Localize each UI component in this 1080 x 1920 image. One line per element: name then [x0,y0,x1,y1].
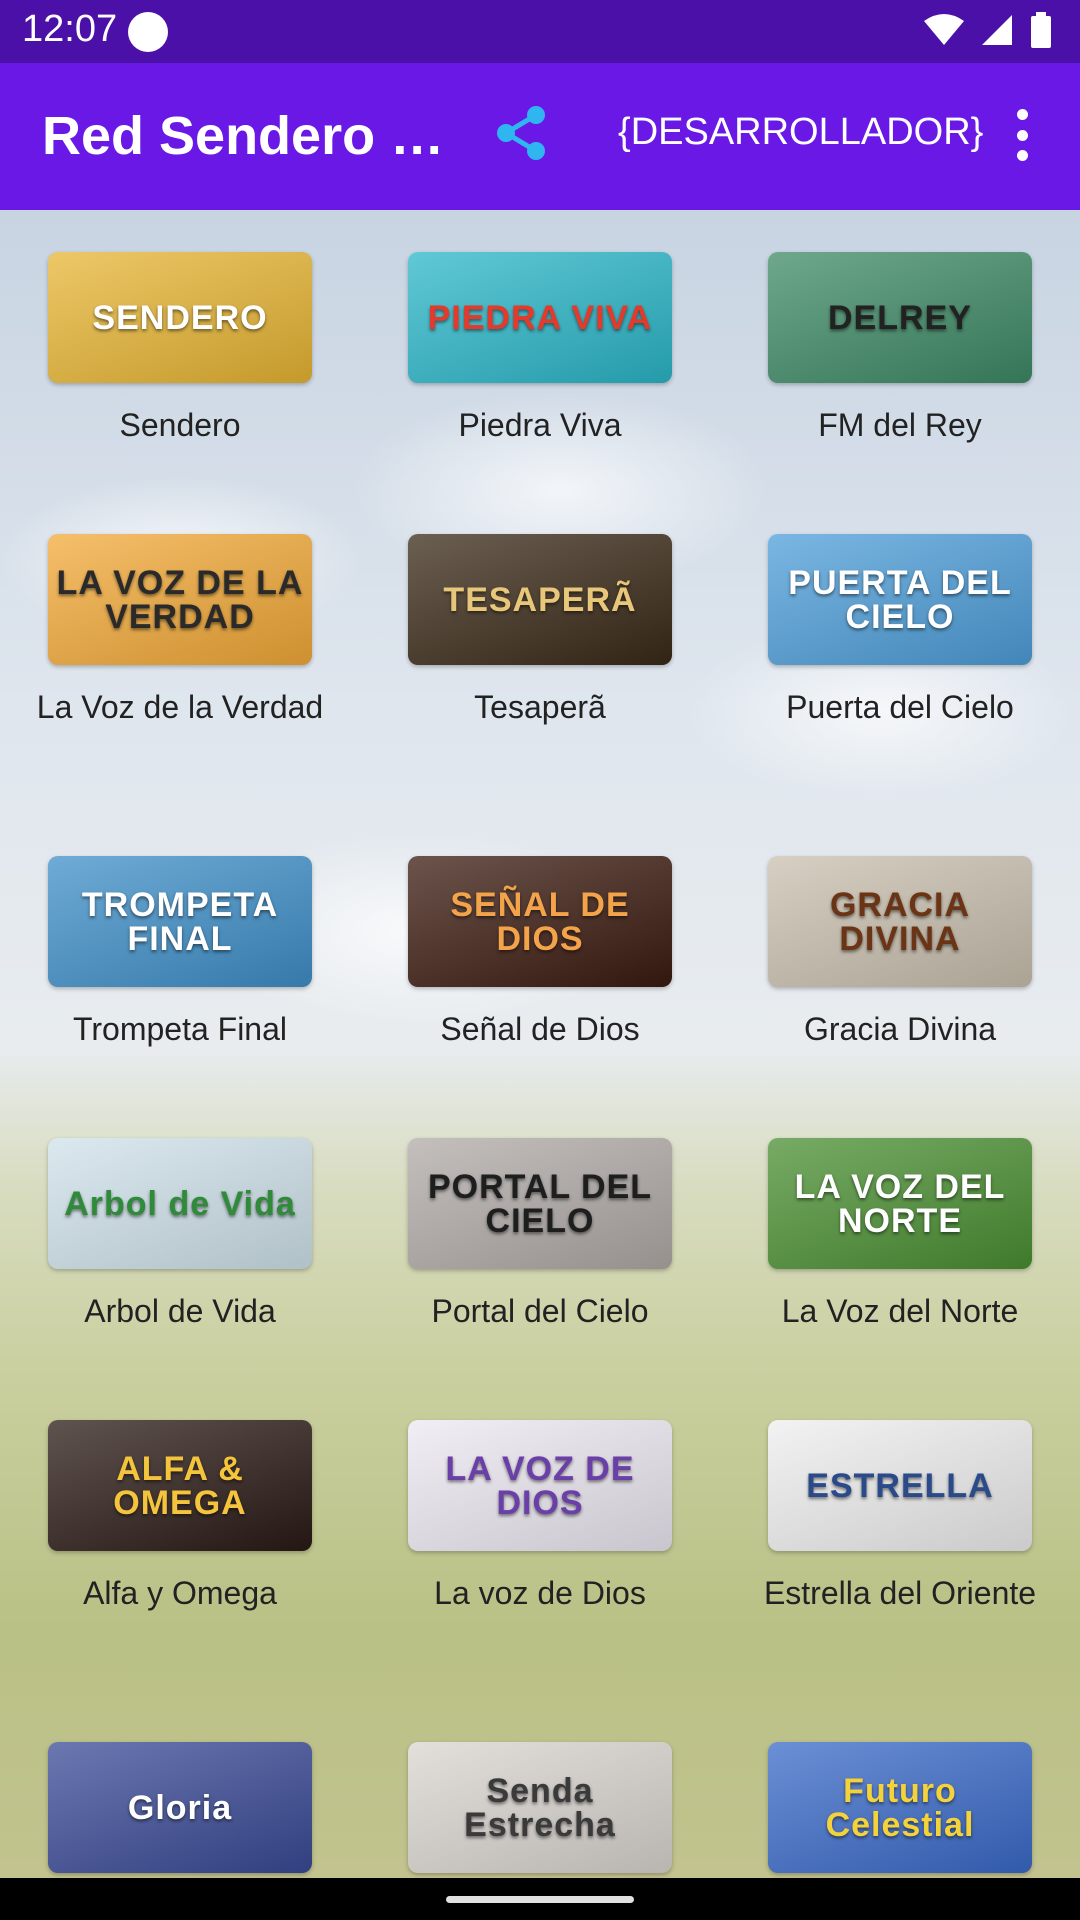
station-tile[interactable]: Arbol de Vida Arbol de Vida [48,1138,312,1331]
station-tile[interactable]: Futuro Celestial [768,1742,1032,1878]
station-tile[interactable]: Senda Estrecha [408,1742,672,1878]
station-logo[interactable]: TESAPERÃ [408,534,672,665]
overflow-menu-button[interactable] [1002,103,1042,167]
share-button[interactable] [492,103,552,163]
station-tile[interactable]: LA VOZ DEL NORTE La Voz del Norte [768,1138,1032,1331]
station-name: FM del Rey [818,407,982,443]
station-logo-text: PUERTA DEL CIELO [788,563,1012,636]
station-name: Estrella del Oriente [763,1575,1037,1611]
station-logo-text: LA VOZ DE LA VERDAD [56,563,304,636]
station-logo[interactable]: SENDERO [48,252,312,383]
station-name: Arbol de Vida [84,1293,276,1329]
station-logo-text: ALFA & OMEGA [113,1449,247,1522]
station-logo-text: LA VOZ DEL NORTE [794,1167,1006,1240]
station-logo-text: Gloria [127,1788,233,1827]
station-logo-text: ESTRELLA [806,1466,994,1505]
home-gesture-handle[interactable] [446,1896,634,1903]
station-tile[interactable]: LA VOZ DE LA VERDAD La Voz de la Verdad [37,534,323,727]
more-dot-icon [1016,129,1028,141]
station-name: Trompeta Final [73,1011,287,1047]
station-logo[interactable]: Futuro Celestial [768,1742,1032,1873]
station-name: Portal del Cielo [431,1293,649,1329]
station-tile[interactable]: LA VOZ DE DIOS La voz de Dios [408,1420,672,1613]
station-name: Sendero [119,407,241,443]
station-logo-text: DELREY [828,298,972,337]
station-logo[interactable]: Senda Estrecha [408,1742,672,1873]
navigation-bar [0,1878,1080,1920]
station-logo[interactable]: LA VOZ DE LA VERDAD [48,534,312,665]
station-logo-text: GRACIA DIVINA [829,885,971,958]
station-logo-text: LA VOZ DE DIOS [445,1449,635,1522]
wifi-icon [924,14,964,45]
station-logo-text: Futuro Celestial [825,1771,975,1844]
notification-dot-icon [128,12,168,52]
more-dot-icon [1016,109,1028,120]
battery-icon [1031,12,1051,48]
station-tile[interactable]: GRACIA DIVINA Gracia Divina [768,856,1032,1049]
station-logo[interactable]: Arbol de Vida [48,1138,312,1269]
status-time: 12:07 [22,8,118,50]
station-tile[interactable]: SENDERO Sendero [48,252,312,445]
station-tile[interactable]: Gloria [48,1742,312,1878]
station-name: Alfa y Omega [83,1575,277,1611]
station-name: Señal de Dios [440,1011,640,1047]
station-logo[interactable]: DELREY [768,252,1032,383]
station-tile[interactable]: PORTAL DEL CIELO Portal del Cielo [408,1138,672,1331]
station-tile[interactable]: ALFA & OMEGA Alfa y Omega [48,1420,312,1613]
station-name: La voz de Dios [434,1575,646,1611]
cell-signal-icon [982,15,1012,45]
station-tile[interactable]: PIEDRA VIVA Piedra Viva [408,252,672,445]
station-name: Gracia Divina [803,1011,997,1047]
station-logo[interactable]: GRACIA DIVINA [768,856,1032,987]
station-logo-text: TESAPERÃ [443,580,637,619]
station-logo[interactable]: PORTAL DEL CIELO [408,1138,672,1269]
station-logo[interactable]: LA VOZ DEL NORTE [768,1138,1032,1269]
status-bar: 12:07 [0,0,1080,63]
station-logo-text: PORTAL DEL CIELO [427,1167,653,1240]
station-tile[interactable]: TESAPERÃ Tesaperã [408,534,672,727]
station-logo-text: PIEDRA VIVA [427,298,653,337]
station-logo-text: TROMPETA FINAL [81,885,279,958]
more-dot-icon [1016,150,1028,161]
station-logo[interactable]: Gloria [48,1742,312,1873]
station-name: La Voz del Norte [781,1293,1019,1329]
station-logo[interactable]: LA VOZ DE DIOS [408,1420,672,1551]
station-name: Tesaperã [474,689,606,725]
station-logo-text: SENDERO [92,298,268,337]
station-logo[interactable]: ALFA & OMEGA [48,1420,312,1551]
app-bar: Red Sendero C... {DESARROLLADOR} [0,63,1080,210]
station-tile[interactable]: DELREY FM del Rey [768,252,1032,445]
status-icons [924,12,1052,48]
station-logo[interactable]: ESTRELLA [768,1420,1032,1551]
station-logo-text: Senda Estrecha [464,1771,616,1844]
station-logo[interactable]: TROMPETA FINAL [48,856,312,987]
station-tile[interactable]: TROMPETA FINAL Trompeta Final [48,856,312,1049]
station-name: Puerta del Cielo [786,689,1014,725]
station-grid-container[interactable]: SENDERO Sendero PIEDRA VIVA Piedra Viva DELR… [0,210,1080,1878]
app-title: Red Sendero C... [42,106,452,166]
station-tile[interactable]: ESTRELLA Estrella del Oriente [764,1420,1036,1613]
station-logo[interactable]: SEÑAL DE DIOS [408,856,672,987]
station-logo-text: Arbol de Vida [64,1184,296,1223]
station-name: Piedra Viva [458,407,622,443]
station-name: La Voz de la Verdad [36,689,324,725]
share-icon [497,106,545,160]
station-tile[interactable]: SEÑAL DE DIOS Señal de Dios [408,856,672,1049]
station-logo[interactable]: PUERTA DEL CIELO [768,534,1032,665]
station-logo[interactable]: PIEDRA VIVA [408,252,672,383]
station-logo-text: SEÑAL DE DIOS [450,885,630,958]
station-tile[interactable]: PUERTA DEL CIELO Puerta del Cielo [768,534,1032,727]
developer-button[interactable]: {DESARROLLADOR} [618,111,983,154]
